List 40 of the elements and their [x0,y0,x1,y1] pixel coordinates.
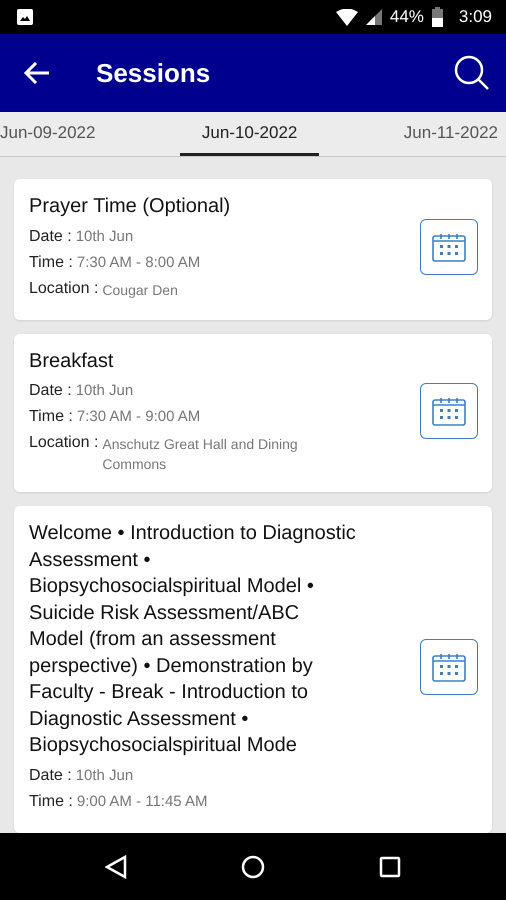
back-arrow-icon[interactable] [24,62,50,84]
date-value: 10th Jun [76,381,134,401]
session-title: Welcome • Introduction to Diagnostic Assessment • Biopsychosocialspiritual Model • Suicide Risk Assessment/ABC Model (from an assessment perspective) • Demonstration by Faculty - Break - Introduction to Diagnostic Assessment • Biopsychosocialspiritual Mode [29,521,357,758]
time-label: Time : [29,407,73,427]
date-tab[interactable]: Jun-10-2022 [180,112,320,156]
home-nav-icon[interactable] [241,854,265,878]
location-value: Anschutz Great Hall and Dining Commons [102,435,299,474]
calendar-icon [432,232,466,262]
screen-title: Sessions [96,56,210,90]
clock: 3:09 [458,6,492,28]
add-to-calendar-button[interactable] [420,382,478,439]
session-title: Breakfast [29,348,114,374]
date-value: 10th Jun [76,226,134,246]
time-label: Time : [29,252,73,272]
date-value: 10th Jun [76,766,134,786]
location-label: Location : [29,278,98,298]
calendar-icon [432,652,466,682]
session-title: Prayer Time (Optional) [29,194,232,219]
battery-icon [432,7,443,27]
time-value: 7:30 AM - 9:00 AM [76,407,200,427]
time-value: 7:30 AM - 8:00 AM [76,252,200,272]
date-label: Date : [29,381,72,401]
time-value: 9:00 AM - 11:45 AM [76,792,208,812]
recents-nav-icon[interactable] [379,856,401,878]
date-label: Date : [29,766,72,786]
back-nav-icon[interactable] [105,854,127,878]
location-value: Cougar Den [102,280,178,300]
wifi-icon [336,8,358,26]
time-label: Time : [29,792,73,812]
location-label: Location : [29,433,98,453]
calendar-icon [432,396,466,426]
battery-percent: 44% [390,6,424,28]
date-tab[interactable]: Jun-11-2022 [382,112,506,156]
date-label: Date : [29,226,72,246]
add-to-calendar-button[interactable] [420,639,478,696]
add-to-calendar-button[interactable] [420,219,478,276]
date-tab[interactable]: Jun-09-2022 [0,112,118,156]
signal-icon [366,9,382,25]
search-icon[interactable] [454,55,490,91]
image-icon [16,8,34,26]
